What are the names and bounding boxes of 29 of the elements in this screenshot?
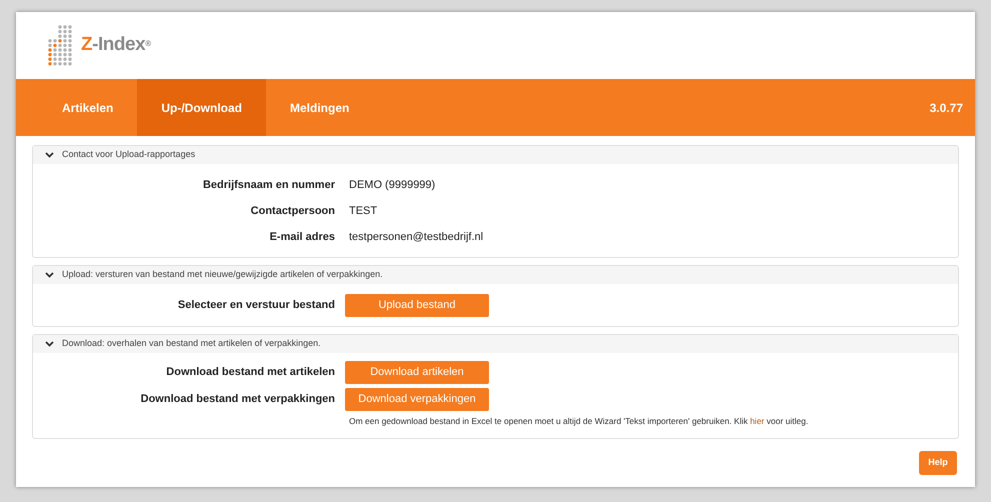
field-label: Download bestand met verpakkingen [140, 392, 335, 408]
field-value: TEST [348, 204, 378, 219]
chevron-down-icon [45, 152, 54, 158]
section-title: Upload: versturen van bestand met nieuwe/gewijzigde artikelen of verpakkingen. [62, 268, 383, 282]
nav-tab[interactable]: Meldingen [266, 79, 374, 136]
chevron-down-icon [45, 272, 54, 278]
field-label: Contactpersoon [250, 204, 335, 219]
action-button[interactable]: Upload bestand [345, 294, 489, 317]
help-button[interactable]: Help [919, 450, 957, 475]
action-button[interactable]: Download verpakkingen [345, 388, 489, 411]
field-label: E-mail adres [268, 230, 335, 245]
nav-tab[interactable]: Up-/Download [137, 79, 266, 136]
section-header[interactable]: Upload: versturen van bestand met nieuwe/gewijzigde artikelen of verpakkingen. [33, 266, 958, 284]
nav-tab[interactable]: Artikelen [38, 79, 138, 136]
field-value: DEMO (9999999) [348, 178, 436, 193]
version-label: 3.0.77 [930, 100, 963, 116]
section-title: Contact voor Upload-rapportages [62, 148, 196, 162]
help-link[interactable]: hier [750, 416, 764, 426]
excel-note: Om een gedownload bestand in Excel te openen moet u altijd de Wizard 'Tekst importeren' gebruiken. Klik hier voor uitleg. [349, 415, 810, 428]
field-label: Selecteer en verstuur bestand [176, 298, 335, 314]
field-value: testpersonen@testbedrijf.nl [348, 230, 484, 245]
action-button[interactable]: Download artikelen [345, 361, 489, 384]
chevron-down-icon [45, 341, 54, 347]
section-header[interactable]: Download: overhalen van bestand met artikelen of verpakkingen. [33, 335, 958, 353]
section-title: Download: overhalen van bestand met artikelen of verpakkingen. [62, 337, 321, 350]
logo-text: Z-Index$^{®}$ [81, 33, 151, 58]
field-label: Download bestand met artikelen [165, 365, 335, 380]
field-label: Bedrijfsnaam en nummer [202, 178, 335, 193]
section-header[interactable]: Contact voor Upload-rapportages [33, 146, 958, 164]
